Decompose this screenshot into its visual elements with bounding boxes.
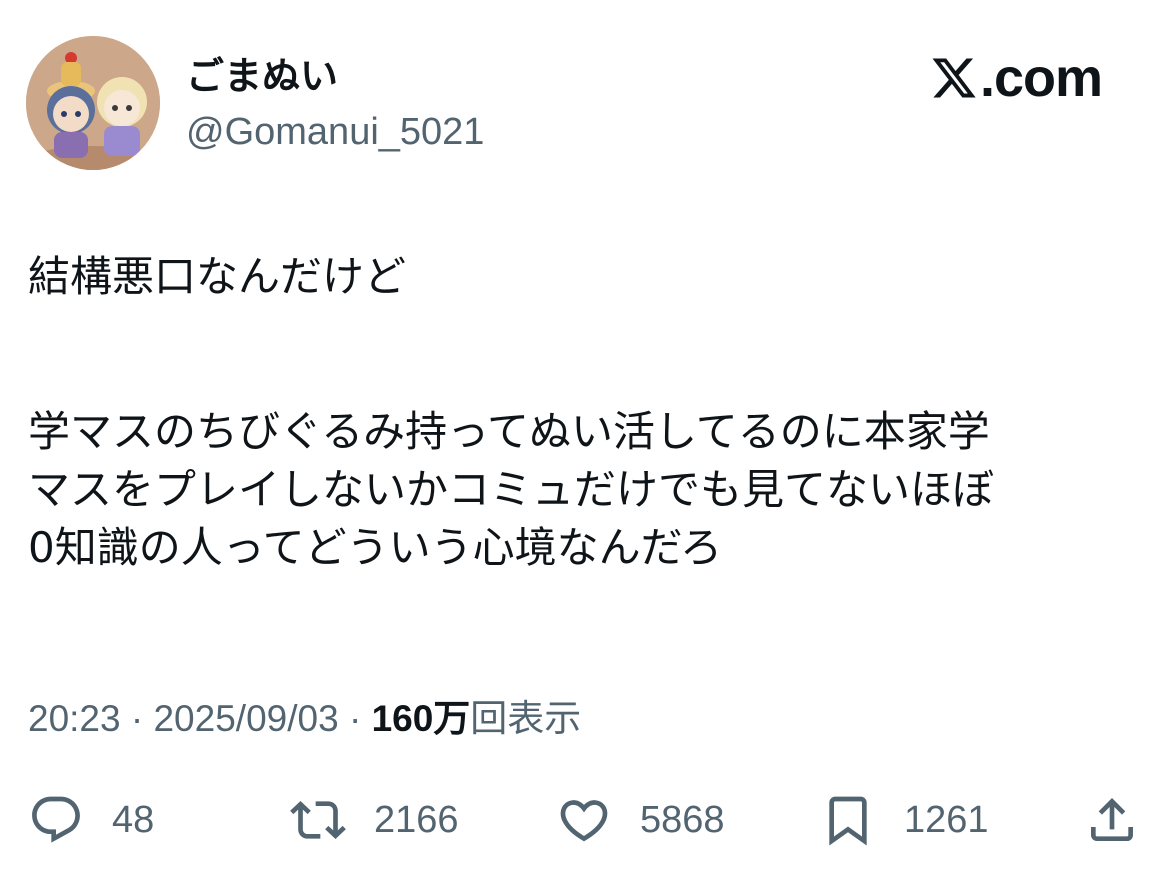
repost-icon xyxy=(290,801,346,839)
action-bar: 48 2166 5868 1261 xyxy=(0,790,1170,850)
x-logo-icon xyxy=(932,58,976,98)
bookmark-button[interactable]: 1261 xyxy=(820,790,989,850)
repost-count: 2166 xyxy=(374,798,459,841)
tweet-line: 学マスのちびぐるみ持ってぬい活してるのに本家学 xyxy=(28,407,990,456)
author-handle[interactable]: @Gomanui_5021 xyxy=(186,108,484,156)
reply-count: 48 xyxy=(112,798,155,841)
avatar[interactable] xyxy=(26,36,160,170)
author-display-name[interactable]: ごまぬい xyxy=(186,52,338,100)
views-label: 回表示 xyxy=(470,698,582,739)
tweet-time[interactable]: 20:23 xyxy=(28,698,121,739)
tweet-meta: 20:23 · 2025/09/03 · 160万回表示 xyxy=(28,694,581,744)
tweet-date[interactable]: 2025/09/03 xyxy=(153,698,338,739)
like-button[interactable]: 5868 xyxy=(556,790,725,850)
tweet-paragraph: 結構悪口なんだけど xyxy=(28,252,407,301)
tweet-line: 0知識の人ってどういう心境なんだろ xyxy=(28,523,723,572)
reply-icon xyxy=(32,796,80,843)
share-button[interactable] xyxy=(1084,790,1140,850)
meta-separator: · xyxy=(120,698,154,739)
heart-icon xyxy=(560,800,608,842)
tweet-line: マスをプレイしないかコミュだけでも見てないほぼ xyxy=(28,465,995,514)
views-count: 160万 xyxy=(371,698,471,739)
bookmark-icon xyxy=(829,796,867,846)
meta-separator: · xyxy=(338,698,372,739)
repost-button[interactable]: 2166 xyxy=(290,790,459,850)
tweet-text: 結構悪口なんだけど 学マスのちびぐるみ持ってぬい活してるのに本家学 マスをプレイ… xyxy=(28,248,1148,577)
brand-domain-text: .com xyxy=(979,48,1103,108)
avatar-plush-dolls-image xyxy=(26,36,160,170)
reply-button[interactable]: 48 xyxy=(28,790,154,850)
bookmark-count: 1261 xyxy=(904,798,989,841)
x-com-brand: .com xyxy=(930,48,1103,108)
share-icon xyxy=(1091,798,1133,841)
like-count: 5868 xyxy=(640,798,725,841)
